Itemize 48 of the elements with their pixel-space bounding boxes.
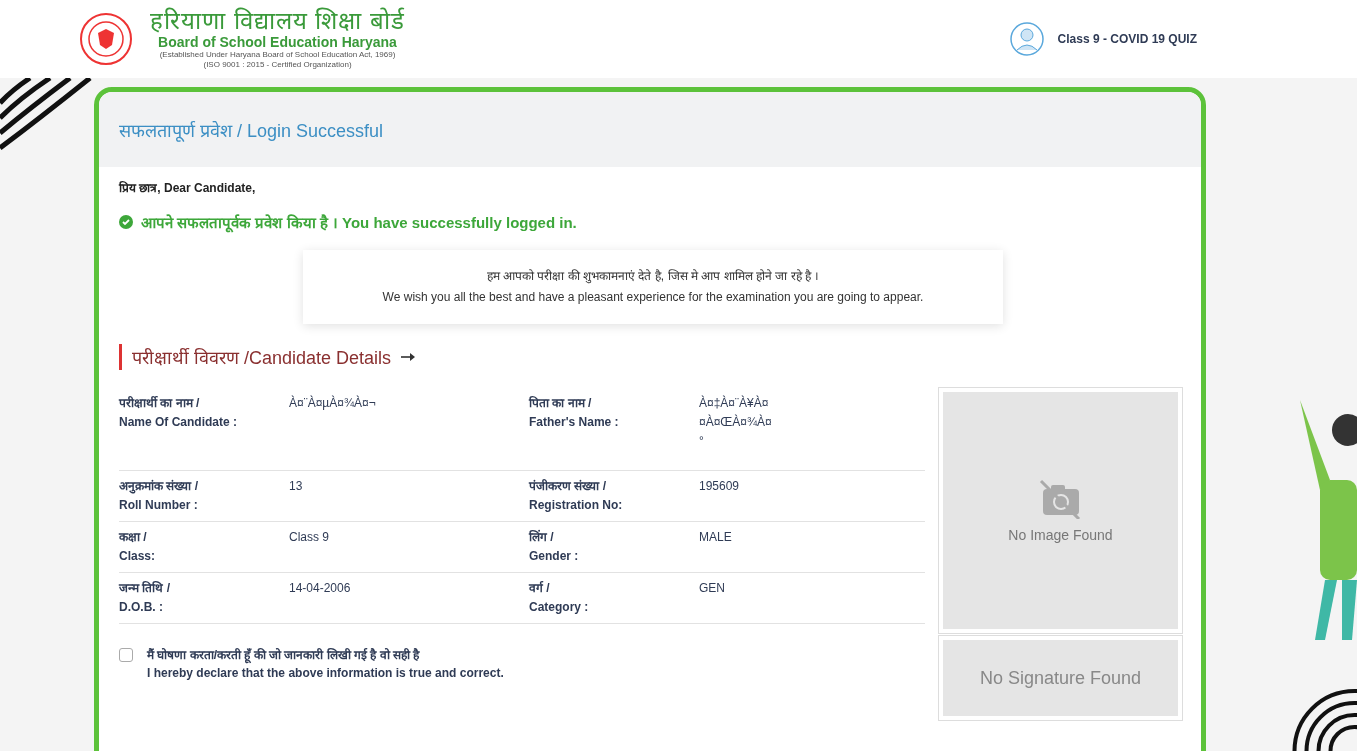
- section-title: परीक्षार्थी विवरण /Candidate Details: [132, 347, 392, 369]
- field-label: Registration No:: [529, 497, 624, 514]
- field-label: Gender :: [529, 548, 580, 565]
- field-value: À¤¨À¤µÀ¤¾À¤¬: [289, 394, 377, 412]
- concentric-rings-drawing: [1290, 689, 1357, 751]
- field-label: Category :: [529, 599, 590, 616]
- field-label-hindi: पिता का नाम /: [529, 395, 593, 412]
- iso-note: (ISO 9001 : 2015 - Certified Organization): [203, 60, 352, 70]
- field-label: Roll Number :: [119, 497, 199, 514]
- field-label: Class:: [119, 548, 157, 565]
- seal-logo-icon: [80, 13, 132, 65]
- wishes-text: हम आपको परीक्षा की शुभकामनाएं देते है, जिस मे आप शामिल होने जा रहे है ।: [486, 269, 820, 283]
- declaration-text-hindi: मैं घोषणा करता/करती हूँ की जो जानकारी लिखी गई है वो सही है: [147, 647, 421, 664]
- greeting: प्रिय छात्र, Dear Candidate,: [119, 180, 257, 196]
- field-value: ¤À¤ŒÀ¤¾À¤: [699, 413, 773, 431]
- field-label-hindi: वर्ग /: [529, 580, 551, 597]
- field-value: 195609: [699, 478, 741, 495]
- field-value: 13: [289, 478, 304, 495]
- field-label-hindi: अनुक्रमांक संख्या /: [119, 478, 199, 496]
- card-title: सफलतापूर्ण प्रवेश / Login Successful: [119, 119, 384, 142]
- field-label: D.O.B. :: [119, 599, 164, 616]
- board-title-hindi: हरियाणा विद्यालय शिक्षा बोर्ड: [150, 8, 405, 34]
- field-label-hindi: परीक्षार्थी का नाम /: [119, 395, 201, 412]
- declaration-text: I hereby declare that the above information is true and correct.: [147, 665, 504, 682]
- field-value: Class 9: [289, 529, 330, 546]
- field-value: À¤‡À¤¨À¥À¤: [699, 394, 770, 412]
- field-label-hindi: कक्षा /: [119, 529, 148, 546]
- no-camera-icon: [1038, 478, 1083, 519]
- field-value: MALE: [699, 529, 733, 546]
- arrow-right-icon: [401, 353, 416, 361]
- field-label: Father's Name :: [529, 414, 620, 431]
- quiz-title: Class 9 - COVID 19 QUIZ: [1057, 32, 1197, 46]
- check-circle-icon: [119, 215, 133, 229]
- no-signature-text: No Signature Found: [979, 667, 1142, 689]
- field-value: GEN: [699, 580, 726, 597]
- field-label-hindi: लिंग /: [529, 529, 555, 546]
- board-title-english: Board of School Education Haryana: [158, 34, 397, 50]
- field-label: Name Of Candidate :: [119, 414, 239, 431]
- field-label-hindi: जन्म तिथि /: [119, 580, 171, 597]
- user-avatar-icon[interactable]: [1009, 22, 1044, 56]
- field-value: °: [699, 433, 705, 450]
- declaration-checkbox[interactable]: [119, 648, 133, 662]
- success-message: आपने सफलतापूर्वक प्रवेश किया है । You have successfully logged in.: [141, 213, 577, 232]
- wishes-text: We wish you all the best and have a pleasant experience for the examination you are going to appear.: [382, 290, 924, 304]
- no-image-text: No Image Found: [1008, 526, 1113, 543]
- field-label-hindi: पंजीकरण संख्या /: [529, 478, 607, 495]
- field-value: 14-04-2006: [289, 580, 352, 597]
- established-note: (Established Under Haryana Board of School Education Act, 1969): [159, 50, 396, 60]
